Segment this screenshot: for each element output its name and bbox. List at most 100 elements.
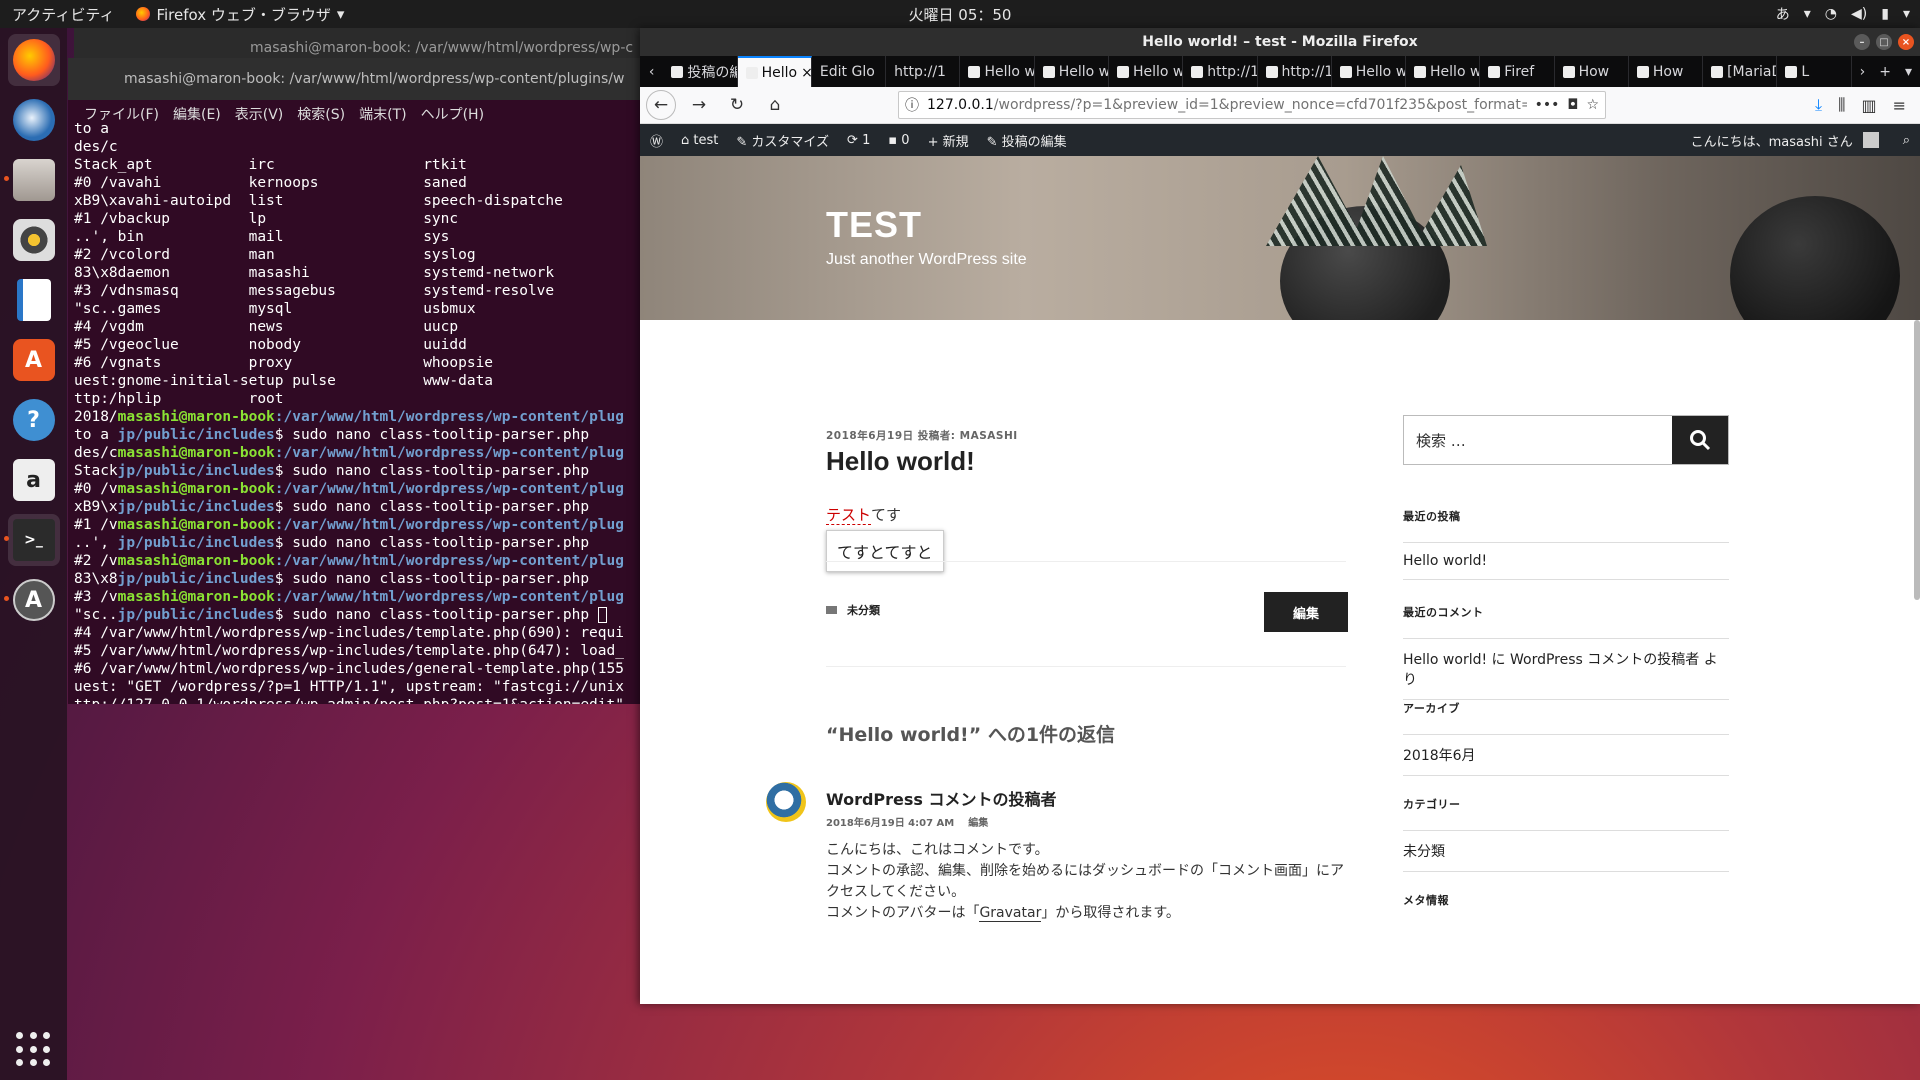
dock-help[interactable]: ? bbox=[8, 394, 60, 446]
terminal-output[interactable]: to a des/c Stack_apt irc rtkit #0 /vavahi k… bbox=[74, 120, 644, 704]
dock-firefox[interactable] bbox=[7, 34, 60, 86]
favicon-icon bbox=[1042, 65, 1055, 78]
app-menu[interactable]: Firefox ウェブ・ブラウザ ▾ bbox=[136, 4, 344, 25]
maximize-button[interactable]: □ bbox=[1876, 34, 1892, 50]
info-icon[interactable]: ⓘ bbox=[905, 95, 919, 115]
dock-updater[interactable]: A bbox=[3, 574, 60, 626]
browser-tab[interactable]: How bbox=[1629, 56, 1704, 87]
tab-label: Hello bbox=[761, 64, 798, 81]
site-description: Just another WordPress site bbox=[826, 251, 1027, 268]
browser-tab[interactable]: How bbox=[1555, 56, 1629, 87]
terminal-line: uest:gnome-initial-setup pulse www-data bbox=[74, 373, 494, 389]
search-input[interactable]: 検索 … bbox=[1404, 416, 1672, 464]
recent-comment-link[interactable]: Hello world! に WordPress コメントの投稿者 より bbox=[1403, 639, 1729, 700]
top-panel: アクティビティ Firefox ウェブ・ブラウザ ▾ 火曜日 05：50 あ ▾… bbox=[0, 0, 1920, 28]
back-button[interactable]: ← bbox=[646, 90, 676, 120]
terminal-line: #6 /vgnats proxy whoopsie bbox=[74, 355, 494, 371]
browser-tab[interactable]: L bbox=[1777, 56, 1852, 87]
dock-amazon[interactable]: a bbox=[8, 454, 60, 506]
gravatar-link[interactable]: Gravatar bbox=[979, 905, 1042, 922]
dock-files[interactable] bbox=[3, 154, 60, 206]
recent-post-link[interactable]: Hello world! bbox=[1403, 543, 1729, 580]
comment-edit-link[interactable]: 編集 bbox=[968, 814, 988, 829]
avatar[interactable] bbox=[1862, 132, 1879, 148]
browser-tab[interactable]: Hello × bbox=[737, 56, 812, 87]
admin-site-link[interactable]: ⌂ test bbox=[681, 133, 718, 148]
download-icon[interactable]: ⤓ bbox=[1815, 95, 1822, 115]
browser-tab[interactable]: Hello wo bbox=[1109, 56, 1184, 87]
category-link[interactable]: 未分類 bbox=[1403, 831, 1729, 872]
activities-button[interactable]: アクティビティ bbox=[0, 4, 126, 25]
plant-leaves-image bbox=[1266, 156, 1487, 246]
forward-button[interactable]: → bbox=[684, 90, 714, 120]
browser-tab[interactable]: Edit Glo bbox=[812, 56, 887, 87]
browser-tab[interactable]: Firef bbox=[1480, 56, 1555, 87]
tab-scroll-left-icon[interactable]: ‹ bbox=[640, 56, 663, 87]
browser-tab[interactable]: Hello wo bbox=[1332, 56, 1407, 87]
admin-updates-link[interactable]: ⟳ 1 bbox=[847, 133, 870, 148]
dock-rhythmbox[interactable] bbox=[8, 214, 60, 266]
category-link[interactable]: 未分類 bbox=[847, 602, 880, 618]
pocket-icon[interactable]: ◘ bbox=[1567, 97, 1578, 113]
clock[interactable]: 火曜日 05：50 bbox=[909, 4, 1012, 25]
admin-greeting[interactable]: こんにちは、masashi さん bbox=[1691, 131, 1853, 150]
post-meta[interactable]: 2018年6月19日 投稿者: MASASHI bbox=[826, 428, 1018, 443]
dock-software[interactable]: A bbox=[8, 334, 60, 386]
widget-title: 最近のコメント bbox=[1403, 606, 1484, 619]
firefox-icon bbox=[136, 7, 151, 21]
tab-label: Hello wo bbox=[1132, 63, 1184, 80]
admin-edit-post-link[interactable]: ✎ 投稿の編集 bbox=[987, 131, 1067, 150]
browser-tab[interactable]: Hello wo bbox=[1035, 56, 1109, 87]
browser-tab[interactable]: http://1 bbox=[1258, 56, 1332, 87]
tooltip-term[interactable]: テスト bbox=[826, 506, 872, 525]
reload-button[interactable]: ↻ bbox=[722, 90, 752, 120]
close-tab-icon[interactable]: × bbox=[801, 65, 811, 81]
dock-thunderbird[interactable] bbox=[8, 94, 60, 146]
show-applications-icon[interactable] bbox=[16, 1032, 52, 1068]
system-tray[interactable]: あ ▾ ◔ ◀) ▮ ▾ bbox=[1776, 4, 1910, 24]
terminal-title[interactable]: masashi@maron-book: /var/www/html/wordpr… bbox=[68, 58, 644, 100]
comment-line: コメントの承認、編集、削除を始めるにはダッシュボードの「コメント画面」にア bbox=[826, 863, 1344, 879]
firefox-titlebar[interactable]: Hello world! – test - Mozilla Firefox – … bbox=[640, 28, 1920, 56]
browser-tab[interactable]: http://1 bbox=[1183, 56, 1258, 87]
admin-customize-link[interactable]: ✎ カスタマイズ bbox=[736, 131, 829, 150]
home-button[interactable]: ⌂ bbox=[760, 90, 790, 120]
new-tab-button[interactable]: + bbox=[1879, 64, 1891, 80]
terminal-window[interactable]: masashi@maron-book: /var/www/html/wordpr… bbox=[68, 58, 644, 704]
menu-icon[interactable]: ≡ bbox=[1893, 96, 1906, 115]
scrollbar[interactable] bbox=[1914, 320, 1920, 600]
browser-tab[interactable]: http://1 bbox=[886, 56, 961, 87]
widget-title: メタ情報 bbox=[1403, 894, 1449, 907]
browser-tab[interactable]: Hello wo bbox=[960, 56, 1035, 87]
search-button[interactable] bbox=[1672, 416, 1728, 464]
terminal-prompt-line: des/cmasashi@maron-book:/var/www/html/wo… bbox=[74, 445, 624, 461]
admin-comments-link[interactable]: ▪ 0 bbox=[888, 133, 909, 148]
sidebar-icon[interactable]: ▥ bbox=[1861, 96, 1876, 115]
dock: A ? a >_ A bbox=[0, 28, 67, 1080]
library-icon[interactable]: ⫼ bbox=[1838, 95, 1845, 115]
browser-tab[interactable]: [MariaD bbox=[1703, 56, 1778, 87]
close-button[interactable]: × bbox=[1898, 34, 1914, 50]
list-all-tabs-icon[interactable]: ▾ bbox=[1905, 64, 1912, 80]
ime-indicator[interactable]: あ bbox=[1776, 4, 1790, 24]
url-text[interactable]: 127.0.0.1/wordpress/?p=1&preview_id=1&pr… bbox=[927, 97, 1527, 113]
terminal-line: "sc..games mysql usbmux bbox=[74, 301, 476, 317]
site-title[interactable]: TEST bbox=[826, 204, 922, 246]
admin-new-link[interactable]: + 新規 bbox=[928, 131, 969, 150]
dock-terminal[interactable]: >_ bbox=[3, 514, 60, 566]
archive-link[interactable]: 2018年6月 bbox=[1403, 735, 1729, 776]
wordpress-logo-icon[interactable]: Ⓦ bbox=[650, 131, 663, 150]
page-actions-icon[interactable]: ••• bbox=[1535, 97, 1560, 113]
search-icon[interactable]: ⌕ bbox=[1903, 133, 1910, 148]
url-bar[interactable]: ⓘ 127.0.0.1/wordpress/?p=1&preview_id=1&… bbox=[898, 91, 1606, 119]
comment-date[interactable]: 2018年6月19日 4:07 AM bbox=[826, 814, 954, 829]
dock-writer[interactable] bbox=[8, 274, 60, 326]
comment-author[interactable]: WordPress コメントの投稿者 bbox=[826, 786, 1057, 810]
tab-scroll-right-icon[interactable]: › bbox=[1860, 64, 1866, 80]
browser-tab[interactable]: 投稿の編 bbox=[663, 56, 738, 87]
browser-tab[interactable]: Hello wo bbox=[1406, 56, 1481, 87]
edit-post-button[interactable]: 編集 bbox=[1264, 592, 1348, 632]
minimize-button[interactable]: – bbox=[1854, 34, 1870, 50]
web-page: TEST Just another WordPress site 2018年6月… bbox=[640, 156, 1920, 1004]
bookmark-star-icon[interactable]: ☆ bbox=[1586, 97, 1599, 113]
